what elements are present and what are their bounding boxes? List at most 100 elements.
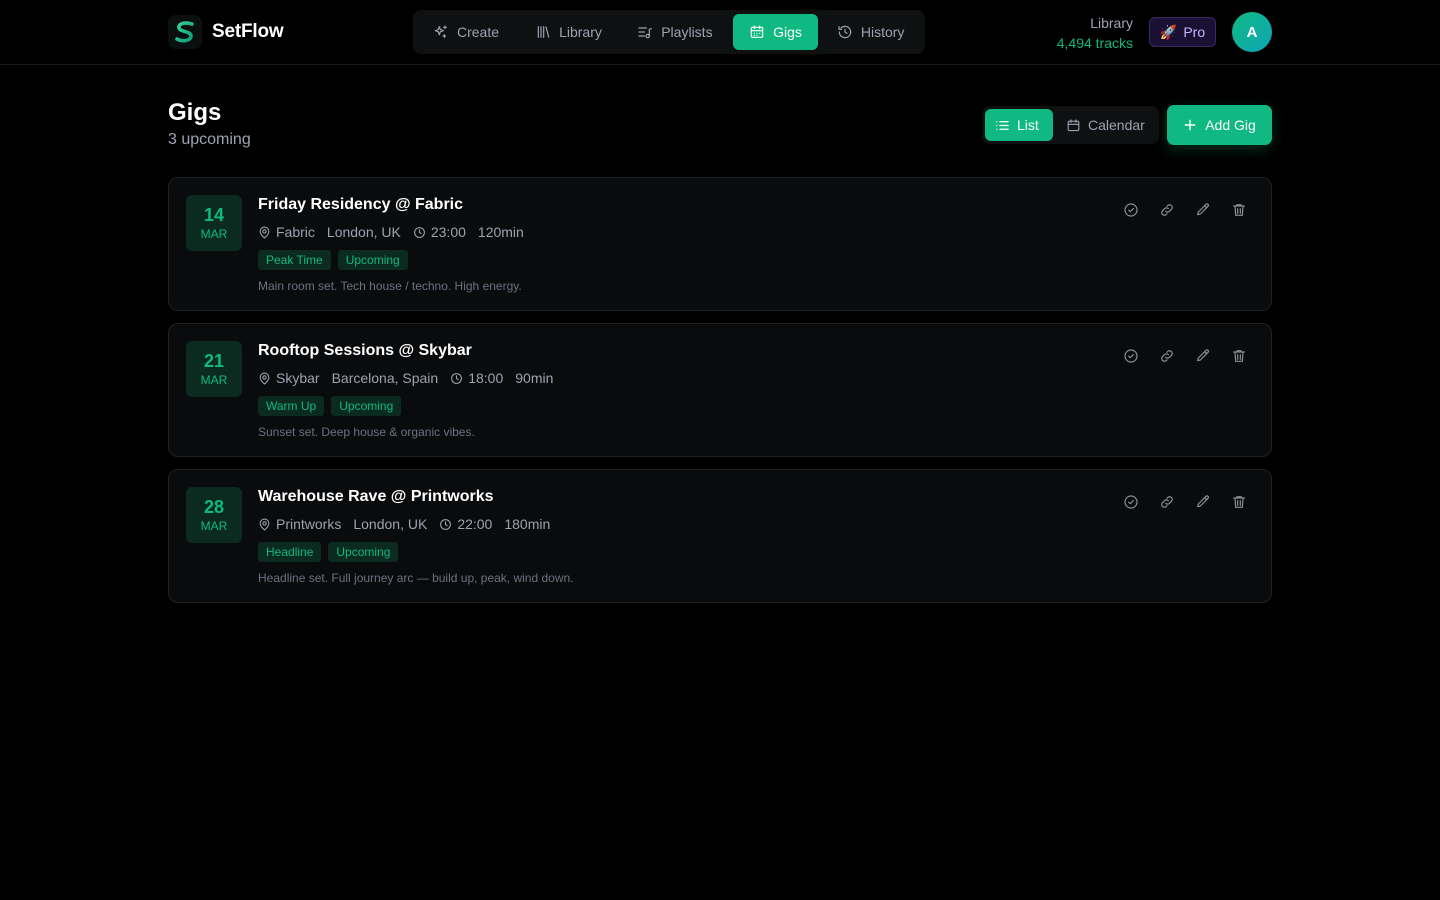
gig-meta: Fabric London, UK 23:00 120min <box>258 223 524 241</box>
rocket-icon: 🚀 <box>1159 23 1178 40</box>
app-name: SetFlow <box>212 21 284 42</box>
gig-time: 18:00 <box>468 370 504 386</box>
gig-title: Friday Residency @ Fabric <box>258 196 464 213</box>
gig-notes: Headline set. Full journey arc — build u… <box>258 571 574 585</box>
library-stat-value: 4,494 tracks <box>1056 35 1133 51</box>
edit-button[interactable] <box>1194 201 1212 219</box>
gig-tags: Warm Up Upcoming <box>258 396 402 416</box>
delete-button[interactable] <box>1230 493 1248 511</box>
nav-library-label: Library <box>559 24 602 40</box>
nav-playlists-label: Playlists <box>661 24 713 40</box>
map-pin-icon <box>259 372 270 385</box>
gig-date: 28 MAR <box>186 487 242 543</box>
trash-icon <box>1233 350 1245 362</box>
pencil-icon <box>1197 203 1209 216</box>
brand[interactable]: SetFlow <box>168 14 284 50</box>
gig-day: 28 <box>203 496 225 517</box>
library-icon <box>537 26 550 38</box>
avatar[interactable]: A <box>1232 12 1272 52</box>
gig-city: London, UK <box>353 516 428 532</box>
gig-month: MAR <box>200 226 228 241</box>
nav-gigs[interactable]: Gigs <box>733 14 818 50</box>
page-subtitle: 3 upcoming <box>168 131 251 148</box>
gig-time: 23:00 <box>430 224 466 240</box>
trash-icon <box>1233 204 1245 216</box>
link-icon <box>1161 496 1173 508</box>
view-list-button[interactable]: List <box>985 109 1053 141</box>
list-icon <box>996 120 1009 130</box>
gig-tags: Peak Time Upcoming <box>258 250 408 270</box>
gig-day: 14 <box>203 204 225 225</box>
gig-status-tag: Upcoming <box>331 396 402 416</box>
gig-meta: Printworks London, UK 22:00 180min <box>258 515 550 533</box>
gig-duration: 120min <box>477 224 524 240</box>
gig-tag: Warm Up <box>258 396 325 416</box>
nav-playlists[interactable]: Playlists <box>621 14 732 50</box>
nav-library[interactable]: Library <box>519 14 619 50</box>
gig-actions <box>1122 347 1248 365</box>
gig-tag: Headline <box>258 542 322 562</box>
delete-button[interactable] <box>1230 347 1248 365</box>
pencil-icon <box>1197 349 1209 362</box>
delete-button[interactable] <box>1230 201 1248 219</box>
view-calendar-label: Calendar <box>1088 117 1145 133</box>
nav-history-label: History <box>860 24 905 40</box>
nav-history[interactable]: History <box>821 14 921 50</box>
history-icon <box>838 25 852 39</box>
view-calendar-button[interactable]: Calendar <box>1056 109 1155 141</box>
gig-actions <box>1122 493 1248 511</box>
top-bar: SetFlow Create Library Playlists Gigs Hi… <box>0 0 1440 65</box>
gig-day: 21 <box>203 350 225 371</box>
main-nav: Create Library Playlists Gigs History <box>413 10 925 54</box>
copy-link-button[interactable] <box>1158 347 1176 365</box>
pro-badge[interactable]: 🚀 Pro <box>1149 17 1216 47</box>
library-stat: Library 4,494 tracks <box>1057 13 1133 53</box>
add-gig-label: Add Gig <box>1205 117 1256 133</box>
gig-status-tag: Upcoming <box>328 542 399 562</box>
edit-button[interactable] <box>1194 493 1212 511</box>
view-toggle: List Calendar <box>982 106 1159 144</box>
pro-label: Pro <box>1183 24 1206 40</box>
plus-icon <box>1184 119 1196 131</box>
gig-month: MAR <box>200 518 228 533</box>
link-icon <box>1161 350 1173 362</box>
gig-date: 21 MAR <box>186 341 242 397</box>
check-circle-icon <box>1124 203 1138 217</box>
mark-done-button[interactable] <box>1122 347 1140 365</box>
gig-card[interactable]: 21 MAR Rooftop Sessions @ Skybar Skybar … <box>168 323 1272 457</box>
gig-month: MAR <box>200 372 228 387</box>
check-circle-icon <box>1124 495 1138 509</box>
gig-tag: Peak Time <box>258 250 331 270</box>
gig-duration: 180min <box>504 516 551 532</box>
edit-button[interactable] <box>1194 347 1212 365</box>
link-icon <box>1161 204 1173 216</box>
pencil-icon <box>1197 495 1209 508</box>
gig-card[interactable]: 14 MAR Friday Residency @ Fabric Fabric … <box>168 177 1272 311</box>
mark-done-button[interactable] <box>1122 201 1140 219</box>
gig-meta: Skybar Barcelona, Spain 18:00 90min <box>258 369 553 387</box>
add-gig-button[interactable]: Add Gig <box>1167 105 1272 145</box>
mark-done-button[interactable] <box>1122 493 1140 511</box>
gig-status-tag: Upcoming <box>337 250 408 270</box>
gig-city: London, UK <box>326 224 401 240</box>
nav-create[interactable]: Create <box>417 14 519 50</box>
nav-create-label: Create <box>457 24 500 40</box>
page-title: Gigs <box>168 99 222 126</box>
clock-icon <box>440 518 452 530</box>
view-list-label: List <box>1017 117 1039 133</box>
check-circle-icon <box>1124 349 1138 363</box>
gig-title: Rooftop Sessions @ Skybar <box>258 342 472 359</box>
gig-tags: Headline Upcoming <box>258 542 399 562</box>
gig-card[interactable]: 28 MAR Warehouse Rave @ Printworks Print… <box>168 469 1272 603</box>
copy-link-button[interactable] <box>1158 201 1176 219</box>
avatar-initial: A <box>1246 23 1258 41</box>
map-pin-icon <box>259 518 270 531</box>
sparkles-icon <box>434 25 447 38</box>
gig-time: 22:00 <box>457 516 493 532</box>
gig-city: Barcelona, Spain <box>331 370 439 386</box>
gig-venue: Skybar <box>276 370 320 386</box>
gig-notes: Main room set. Tech house / techno. High… <box>258 279 522 293</box>
copy-link-button[interactable] <box>1158 493 1176 511</box>
gig-title: Warehouse Rave @ Printworks <box>258 488 494 505</box>
clock-icon <box>413 226 425 238</box>
